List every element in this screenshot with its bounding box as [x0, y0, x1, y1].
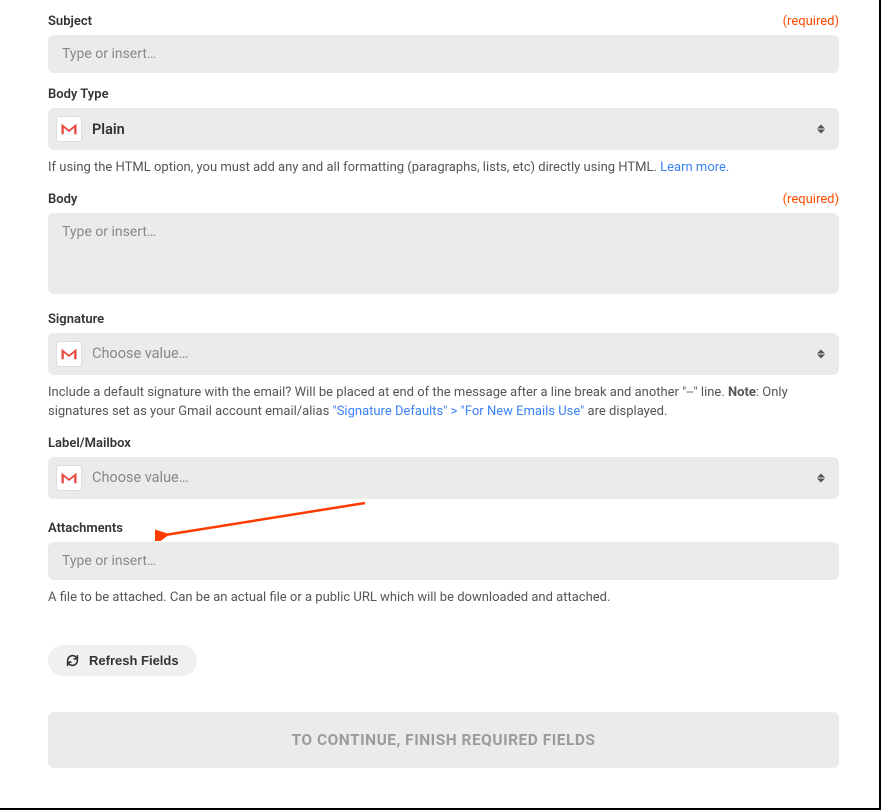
gmail-icon — [56, 465, 82, 491]
label-mailbox-placeholder: Choose value… — [92, 469, 188, 486]
signature-help: Include a default signature with the ema… — [48, 383, 839, 422]
attachments-help: A file to be attached. Can be an actual … — [48, 588, 839, 608]
attachments-input[interactable] — [48, 542, 839, 580]
subject-label: Subject — [48, 14, 92, 29]
signature-select[interactable]: Choose value… — [48, 333, 839, 375]
updown-icon — [817, 473, 825, 482]
required-tag: (required) — [783, 192, 839, 207]
label-mailbox-select[interactable]: Choose value… — [48, 457, 839, 499]
gmail-icon — [56, 116, 82, 142]
body-label: Body — [48, 192, 77, 207]
attachments-label: Attachments — [48, 521, 123, 536]
signature-defaults-link[interactable]: "Signature Defaults" > "For New Emails U… — [333, 404, 585, 419]
continue-button[interactable]: To continue, finish required fields — [48, 712, 839, 768]
label-mailbox-label: Label/Mailbox — [48, 436, 131, 451]
refresh-fields-button[interactable]: Refresh Fields — [48, 645, 197, 676]
body-type-field: Body Type Plain If using the HTML option… — [48, 87, 839, 178]
body-type-value: Plain — [92, 121, 125, 138]
updown-icon — [817, 349, 825, 358]
body-field: Body (required) — [48, 192, 839, 298]
gmail-icon — [56, 341, 82, 367]
refresh-icon — [66, 654, 79, 667]
subject-input[interactable] — [48, 35, 839, 73]
signature-label: Signature — [48, 312, 104, 327]
label-mailbox-field: Label/Mailbox Choose value… — [48, 436, 839, 499]
signature-placeholder: Choose value… — [92, 345, 188, 362]
learn-more-link[interactable]: Learn more. — [660, 160, 729, 175]
body-input[interactable] — [48, 213, 839, 294]
updown-icon — [817, 125, 825, 134]
body-type-label: Body Type — [48, 87, 109, 102]
body-type-help: If using the HTML option, you must add a… — [48, 158, 839, 178]
signature-field: Signature Choose value… Include a defaul… — [48, 312, 839, 422]
required-tag: (required) — [783, 14, 839, 29]
subject-field: Subject (required) — [48, 14, 839, 73]
body-type-select[interactable]: Plain — [48, 108, 839, 150]
attachments-field: Attachments A file to be attached. Can b… — [48, 521, 839, 608]
